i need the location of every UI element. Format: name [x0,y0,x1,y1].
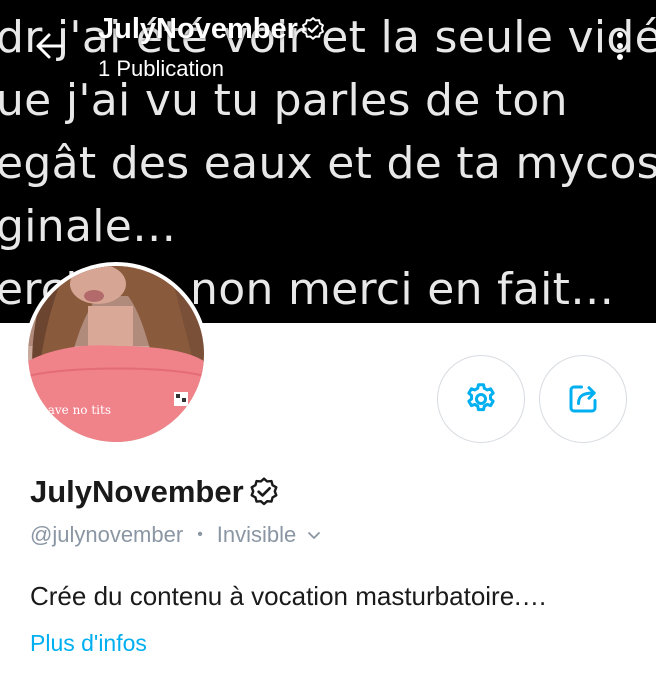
verified-icon [300,16,326,42]
status-dropdown[interactable]: Invisible [217,522,322,548]
more-vertical-icon [617,32,623,38]
share-icon [569,385,597,413]
settings-button[interactable] [437,355,525,443]
header-name: JulyNovember [98,13,298,45]
header-title: JulyNovember [98,12,326,46]
arrow-left-icon [36,33,64,59]
more-vertical-icon-dot [617,43,623,49]
profile-handle: @julynovember [30,522,184,547]
banner-line: egât des eaux et de ta mycose [0,138,656,189]
post-count: 1 Publication [98,56,224,81]
verified-icon [248,476,280,508]
back-button[interactable] [28,24,72,68]
more-options-button[interactable] [608,26,632,66]
banner-line: ginale… [0,201,177,252]
status-label: Invisible [216,522,297,547]
more-info-link[interactable]: Plus d'infos [30,630,147,657]
avatar-image: have no tits [28,266,204,442]
top-bar: JulyNovember 1 Publication [0,0,656,90]
handle-row: @julynovember • Invisible [30,522,322,548]
avatar-shirt-text: have no tits [40,403,111,417]
separator-dot: • [197,526,203,543]
more-vertical-icon-dot [617,54,623,60]
gear-icon [467,383,495,412]
profile-bio: Crée du contenu à vocation masturbatoire… [30,581,548,611]
share-button[interactable] [539,355,627,443]
chevron-down-icon [306,527,322,543]
profile-name-row: JulyNovember [30,474,280,510]
profile-name: JulyNovember [30,474,244,509]
avatar[interactable]: have no tits [24,262,208,446]
